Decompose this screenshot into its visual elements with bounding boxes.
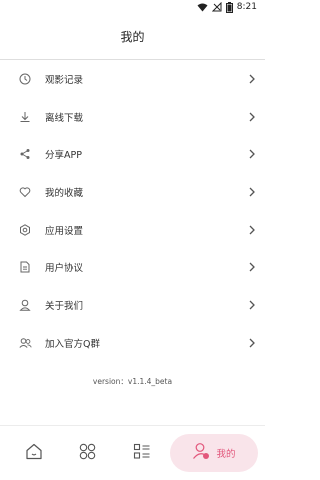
chevron-right-icon [248,261,256,273]
home-icon [25,443,43,464]
download-icon [18,110,32,124]
menu-item-favorites[interactable]: 我的收藏 [0,173,265,211]
list-icon [133,443,151,464]
chevron-right-icon [248,148,256,160]
menu-item-label: 应用设置 [45,225,84,237]
history-clock-icon [18,72,32,86]
tab-mine[interactable]: 我的 [170,434,258,472]
document-icon [18,260,32,274]
version-text: version：v1.1.4_beta [92,377,173,386]
heart-icon [18,185,32,199]
tab-home[interactable] [17,435,51,471]
menu-item-label: 分享APP [45,150,82,162]
menu-item-history[interactable]: 观影记录 [0,60,265,98]
menu-item-qq-group[interactable]: 加入官方Q群 [0,324,265,362]
chevron-right-icon [248,224,256,236]
chevron-right-icon [248,111,256,123]
page-header: 我的 [0,14,265,59]
settings-menu: 观影记录 离线下载 分享APP 我的收藏 应用设置 用户协议 关于我们 加入官方… [0,60,265,362]
menu-item-label: 离线下载 [45,112,84,124]
wifi-icon [197,3,208,12]
grid-icon [79,443,96,464]
chevron-right-icon [248,337,256,349]
status-bar: 8:21 [0,0,265,14]
user-icon [18,298,32,312]
menu-item-label: 我的收藏 [45,187,84,199]
group-icon [18,336,32,350]
chevron-right-icon [248,73,256,85]
chevron-right-icon [248,186,256,198]
chevron-right-icon [248,299,256,311]
menu-item-download[interactable]: 离线下载 [0,98,265,136]
profile-icon [192,442,210,464]
share-icon [18,147,32,161]
no-signal-icon [211,2,222,12]
menu-item-label: 关于我们 [45,300,84,312]
tab-category[interactable] [125,435,159,471]
menu-item-label: 用户协议 [45,263,84,275]
menu-item-about[interactable]: 关于我们 [0,286,265,324]
tab-discover[interactable] [70,435,104,471]
tab-mine-label: 我的 [216,449,236,460]
settings-icon [18,223,32,237]
status-time: 8:21 [236,2,257,12]
menu-item-label: 观影记录 [45,74,84,86]
page-title: 我的 [120,30,145,44]
menu-item-share[interactable]: 分享APP [0,135,265,173]
battery-icon [225,1,233,13]
menu-item-label: 加入官方Q群 [45,338,100,350]
bottom-tab-bar: 我的 [0,426,265,480]
menu-item-agreement[interactable]: 用户协议 [0,248,265,286]
menu-item-settings[interactable]: 应用设置 [0,211,265,249]
